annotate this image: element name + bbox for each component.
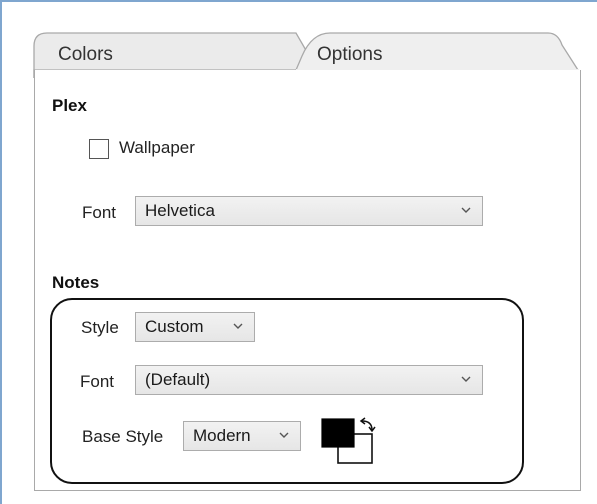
chevron-down-icon	[279, 432, 289, 438]
chevron-down-icon	[461, 376, 471, 382]
notes-base-style-select[interactable]: Modern	[183, 421, 301, 451]
notes-style-select[interactable]: Custom	[135, 312, 255, 342]
tab-colors[interactable]: Colors	[58, 44, 113, 66]
tab-strip: Colors Options	[0, 0, 597, 80]
wallpaper-checkbox[interactable]	[89, 139, 109, 159]
tab-options[interactable]: Options	[317, 44, 382, 66]
notes-font-select[interactable]: (Default)	[135, 365, 483, 395]
foreground-color-swatch[interactable]	[321, 418, 355, 448]
plex-section-title: Plex	[52, 96, 87, 115]
notes-section-title: Notes	[52, 273, 100, 292]
plex-font-label: Font	[82, 203, 117, 222]
notes-font-label: Font	[80, 372, 115, 391]
notes-base-style-value: Modern	[193, 426, 251, 445]
notes-base-style-label: Base Style	[82, 427, 164, 446]
notes-style-label: Style	[81, 318, 119, 337]
notes-font-value: (Default)	[145, 370, 211, 389]
wallpaper-label: Wallpaper	[119, 138, 195, 157]
tab-outline	[33, 32, 580, 79]
swap-arrow-icon[interactable]	[359, 417, 376, 433]
plex-font-select[interactable]: Helvetica	[135, 196, 483, 226]
plex-font-value: Helvetica	[145, 201, 215, 220]
chevron-down-icon	[233, 323, 243, 329]
color-swatch[interactable]	[320, 417, 378, 465]
notes-style-value: Custom	[145, 317, 204, 336]
chevron-down-icon	[461, 207, 471, 213]
